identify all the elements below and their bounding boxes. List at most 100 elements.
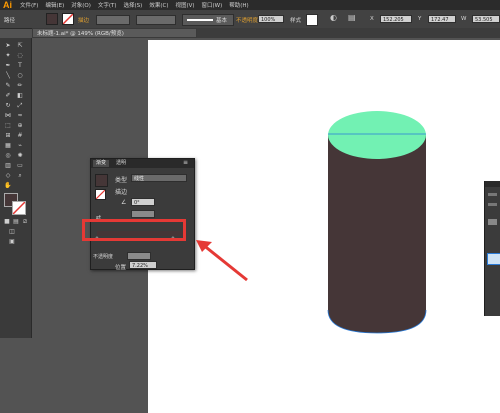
ellipse-tool-icon[interactable]: ○ <box>16 72 24 79</box>
position-field[interactable]: 7.22% <box>129 261 157 269</box>
no-stroke-icon <box>95 189 106 200</box>
artboard-tool-icon[interactable]: ▭ <box>16 162 24 169</box>
document-tab[interactable]: 未标题-1.ai* @ 149% (RGB/预览) <box>32 28 197 38</box>
right-panel <box>484 181 500 316</box>
w-label: W <box>461 16 467 22</box>
menu-object[interactable]: 对象(O) <box>71 1 91 9</box>
type-label: 类型 <box>115 177 128 184</box>
stroke-style-label: 基本 <box>216 18 228 24</box>
menu-view[interactable]: 视图(V) <box>175 1 194 9</box>
menu-effect[interactable]: 效果(C) <box>149 1 168 9</box>
y-label: Y <box>418 16 422 22</box>
opacity-label[interactable]: 不透明度 <box>236 16 258 24</box>
cylinder-artwork[interactable] <box>320 105 440 345</box>
rotate-tool-icon[interactable]: ↻ <box>4 102 12 109</box>
x-label: X <box>370 16 374 22</box>
cylinder-body[interactable] <box>328 135 426 333</box>
warp-tool-icon[interactable]: ≈ <box>16 112 24 119</box>
right-panel-item[interactable] <box>488 203 497 206</box>
stroke-swatch[interactable] <box>62 13 74 25</box>
stroke-label: 描边 <box>115 189 128 196</box>
right-panel-swatch[interactable] <box>487 253 500 265</box>
right-panel-item[interactable] <box>488 219 497 225</box>
menu-type[interactable]: 文字(T) <box>98 1 117 9</box>
mesh-tool-icon[interactable]: # <box>16 132 24 139</box>
paintbrush-tool-icon[interactable]: ✎ <box>4 82 12 89</box>
position-label: 位置 <box>115 265 127 271</box>
draw-mode-icon[interactable]: ◫ <box>8 228 16 235</box>
menu-bar: Ai 文件(F) 编辑(E) 对象(O) 文字(T) 选择(S) 效果(C) 视… <box>0 0 500 10</box>
selection-tool-icon[interactable]: ➤ <box>4 42 12 49</box>
no-stroke-icon <box>12 201 26 215</box>
fill-swatch[interactable] <box>46 13 58 25</box>
graphic-style-swatch[interactable] <box>306 14 318 26</box>
opacity-label: 不透明度 <box>93 254 114 260</box>
angle-icon: ∠ <box>121 199 127 206</box>
zoom-tool-icon[interactable]: ⌕ <box>16 172 24 179</box>
gradient-type-dropdown[interactable]: 线性 <box>131 174 187 182</box>
scale-tool-icon[interactable]: ⤢ <box>16 102 24 109</box>
gradient-mode-icon[interactable]: ▤ <box>12 218 20 225</box>
pencil-tool-icon[interactable]: ✏ <box>16 82 24 89</box>
stroke-label[interactable]: 描边 <box>78 16 89 24</box>
menu-edit[interactable]: 编辑(E) <box>45 1 64 9</box>
align-icon[interactable]: ▤ <box>348 13 356 22</box>
color-mode-icon[interactable]: ■ <box>3 218 11 225</box>
menu-help[interactable]: 帮助(H) <box>229 1 248 9</box>
tab-transparency[interactable]: 透明 <box>113 160 129 167</box>
gradient-fill-swatch[interactable] <box>95 174 108 187</box>
stroke-color-box[interactable] <box>12 201 26 215</box>
stroke-weight-dropdown[interactable] <box>96 15 130 25</box>
magic-wand-tool-icon[interactable]: ✦ <box>4 52 12 59</box>
slice-tool-icon[interactable]: ◇ <box>4 172 12 179</box>
none-mode-icon[interactable]: ⧄ <box>21 218 29 225</box>
gradient-panel: 渐变 透明 ≡ 类型 线性 描边 ∠ 0° ⇄ ⌂ ⌂ 不透明度 位置 7.22… <box>90 158 195 271</box>
tab-gradient[interactable]: 渐变 <box>93 160 110 167</box>
eraser-tool-icon[interactable]: ◧ <box>16 92 24 99</box>
highlight-box <box>82 219 186 241</box>
brush-stroke-dropdown[interactable]: 基本 <box>182 14 234 26</box>
cylinder-top[interactable] <box>328 111 426 159</box>
gradient-stroke-swatch[interactable] <box>95 189 106 200</box>
eyedropper-tool-icon[interactable]: ⌁ <box>16 142 24 149</box>
no-stroke-icon <box>62 13 74 25</box>
symbol-sprayer-tool-icon[interactable]: ✺ <box>16 152 24 159</box>
stroke-preview-line <box>187 19 213 21</box>
direct-selection-tool-icon[interactable]: ⇱ <box>16 42 24 49</box>
right-panel-item[interactable] <box>488 193 497 196</box>
aspect-ratio-field[interactable] <box>131 210 155 218</box>
column-graph-tool-icon[interactable]: ▥ <box>4 162 12 169</box>
pen-tool-icon[interactable]: ✒ <box>4 62 12 69</box>
type-tool-icon[interactable]: T <box>16 62 24 69</box>
x-field[interactable]: 152.205 <box>380 15 412 23</box>
tools-panel: ➤ ⇱ ✦ ◌ ✒ T ╲ ○ ✎ ✏ ✐ ◧ ↻ ⤢ ⋈ ≈ ⬚ ⊕ ⊞ # … <box>0 38 32 338</box>
w-field[interactable]: 53.505 <box>472 15 500 23</box>
blend-tool-icon[interactable]: ◎ <box>4 152 12 159</box>
panel-menu-icon[interactable]: ≡ <box>183 159 188 166</box>
menu-window[interactable]: 窗口(W) <box>202 1 223 9</box>
free-transform-tool-icon[interactable]: ⬚ <box>4 122 12 129</box>
gradient-panel-header: 渐变 透明 ≡ <box>91 159 194 168</box>
line-tool-icon[interactable]: ╲ <box>4 72 12 79</box>
style-label: 样式 <box>290 18 302 24</box>
opacity-field[interactable]: 100% <box>258 15 284 23</box>
angle-field[interactable]: 0° <box>131 198 155 206</box>
red-arrow-icon <box>196 240 248 282</box>
menu-select[interactable]: 选择(S) <box>124 1 143 9</box>
blob-brush-tool-icon[interactable]: ✐ <box>4 92 12 99</box>
recolor-icon[interactable]: ◐ <box>330 13 337 22</box>
right-panel-header <box>485 181 500 187</box>
variable-width-dropdown[interactable] <box>136 15 176 25</box>
menu-file[interactable]: 文件(F) <box>20 1 38 9</box>
stop-opacity-field[interactable] <box>127 252 151 260</box>
app-logo: Ai <box>3 0 12 10</box>
gradient-tool-icon[interactable]: ▦ <box>4 142 12 149</box>
selection-type-label: 路径 <box>4 18 16 24</box>
y-field[interactable]: 172.47 <box>428 15 456 23</box>
lasso-tool-icon[interactable]: ◌ <box>16 52 24 59</box>
screen-mode-icon[interactable]: ▣ <box>8 238 16 245</box>
perspective-grid-tool-icon[interactable]: ⊞ <box>4 132 12 139</box>
width-tool-icon[interactable]: ⋈ <box>4 112 12 119</box>
hand-tool-icon[interactable]: ✋ <box>4 182 12 189</box>
shape-builder-tool-icon[interactable]: ⊕ <box>16 122 24 129</box>
